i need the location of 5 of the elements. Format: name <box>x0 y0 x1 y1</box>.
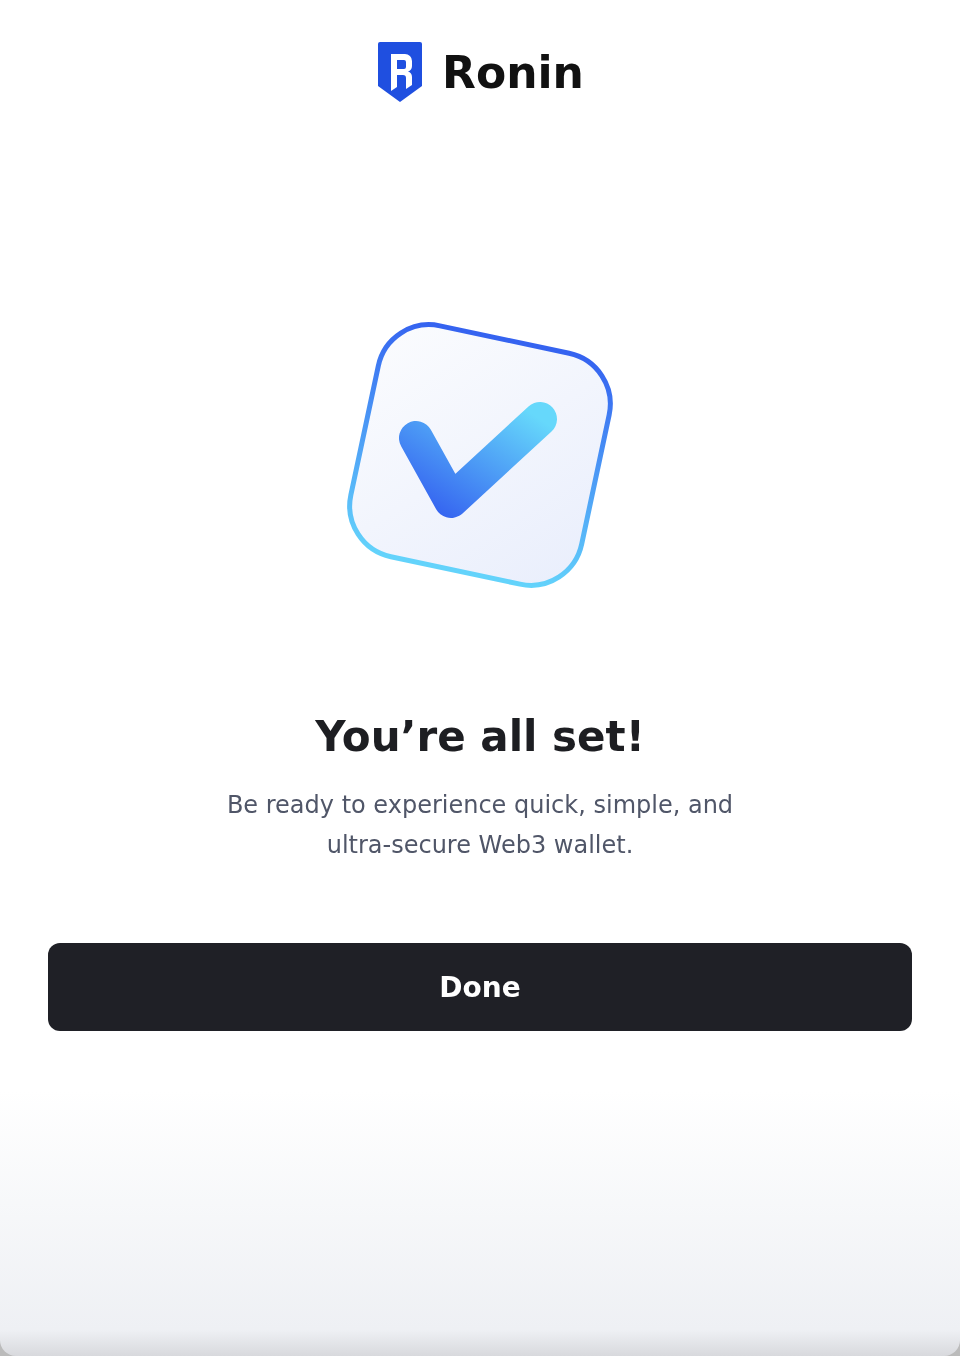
success-message: Be ready to experience quick, simple, and ultra-secure Web3 wallet. <box>225 790 735 861</box>
brand-name: Ronin <box>442 46 584 98</box>
success-title: You’re all set! <box>315 712 645 761</box>
done-button[interactable]: Done <box>48 943 912 1031</box>
shield-logo-icon <box>376 40 425 104</box>
